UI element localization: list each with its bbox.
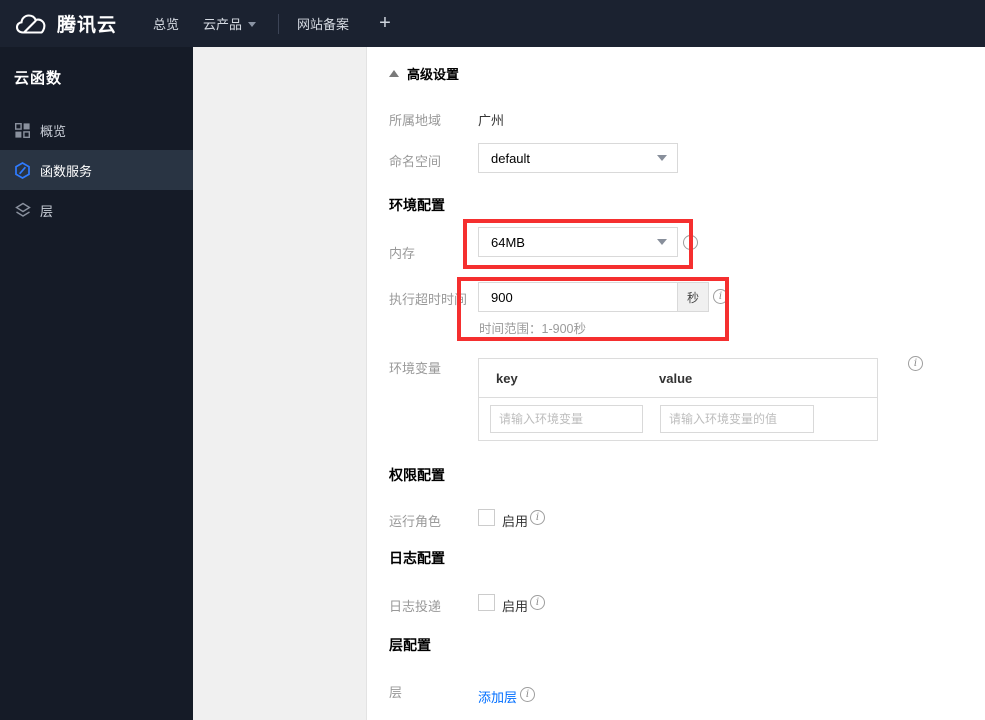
nav-item-cloud-products-label: 云产品 <box>203 17 243 32</box>
sidebar-item-function-service-label: 函数服务 <box>40 163 93 179</box>
layers-icon <box>14 202 31 219</box>
log-delivery-label: 日志投递 <box>389 599 442 614</box>
top-navbar: 腾讯云 总览 云产品 网站备案 + <box>0 0 985 47</box>
chevron-down-icon <box>657 155 667 161</box>
sidebar-item-layers-label: 层 <box>40 203 54 219</box>
nav-item-cloud-products[interactable]: 云产品 <box>203 14 257 33</box>
run-role-enable-label: 启用 <box>502 514 529 529</box>
grid-icon <box>14 122 31 139</box>
run-role-label: 运行角色 <box>389 514 442 529</box>
section-permission-config: 权限配置 <box>389 467 445 483</box>
timeout-label: 执行超时时间 <box>389 292 468 307</box>
env-vars-label: 环境变量 <box>389 361 442 376</box>
namespace-select[interactable]: default <box>478 143 678 173</box>
nav-item-website-icp-label: 网站备案 <box>297 17 350 32</box>
nav-item-overview[interactable]: 总览 <box>153 14 179 33</box>
memory-label: 内存 <box>389 246 416 261</box>
advanced-settings-label: 高级设置 <box>407 67 460 82</box>
env-vars-info-icon[interactable]: i <box>908 356 923 371</box>
chevron-down-icon <box>248 22 257 27</box>
tencent-cloud-logo-icon <box>14 11 48 37</box>
env-key-header: key <box>496 370 518 386</box>
env-value-header: value <box>659 370 693 386</box>
sidebar-item-function-service[interactable]: 函数服务 <box>0 150 193 190</box>
secondary-panel <box>193 47 367 720</box>
timeout-range-hint: 时间范围：1-900秒 <box>479 322 586 336</box>
sidebar: 云函数 概览 函数服务 层 <box>0 47 193 720</box>
sidebar-item-overview-label: 概览 <box>40 123 67 139</box>
env-vars-table-header: key value <box>479 359 877 398</box>
memory-select-value: 64MB <box>491 234 525 250</box>
timeout-unit: 秒 <box>678 282 709 312</box>
run-role-info-icon[interactable]: i <box>530 510 545 525</box>
namespace-select-value: default <box>491 150 531 166</box>
memory-info-icon[interactable]: i <box>683 235 698 250</box>
log-delivery-info-icon[interactable]: i <box>530 595 545 610</box>
section-layer-config: 层配置 <box>389 637 431 653</box>
run-role-enable-checkbox[interactable] <box>478 509 495 526</box>
region-label: 所属地域 <box>389 113 442 128</box>
sidebar-item-layers[interactable]: 层 <box>0 190 193 230</box>
sidebar-title: 云函数 <box>14 70 63 87</box>
timeout-input[interactable] <box>478 282 678 312</box>
log-delivery-enable-label: 启用 <box>502 599 529 614</box>
env-value-input[interactable] <box>660 405 814 433</box>
brand-name: 腾讯云 <box>57 15 118 36</box>
region-value: 广州 <box>478 113 505 128</box>
collapse-triangle-icon <box>389 70 399 77</box>
chevron-down-icon <box>657 239 667 245</box>
layer-label: 层 <box>389 685 403 700</box>
nav-divider <box>278 13 280 34</box>
brand[interactable]: 腾讯云 <box>14 10 117 37</box>
nav-item-overview-label: 总览 <box>153 17 180 32</box>
function-config-form: 高级设置 所属地域 广州 命名空间 default 环境配置 内存 64MB i… <box>368 47 985 720</box>
sidebar-item-overview[interactable]: 概览 <box>0 110 193 150</box>
env-vars-table-row <box>479 398 877 440</box>
env-vars-table: key value <box>478 358 878 441</box>
timeout-info-icon[interactable]: i <box>713 289 728 304</box>
env-key-input[interactable] <box>490 405 643 433</box>
section-env-config: 环境配置 <box>389 197 445 213</box>
timeout-input-group: 秒 <box>478 282 709 312</box>
memory-select[interactable]: 64MB <box>478 227 678 257</box>
advanced-settings-toggle[interactable]: 高级设置 <box>389 64 459 83</box>
sidebar-menu: 概览 函数服务 层 <box>0 110 193 230</box>
nav-item-website-icp[interactable]: 网站备案 <box>297 14 349 33</box>
add-layer-link[interactable]: 添加层 <box>478 687 517 706</box>
log-delivery-enable-checkbox[interactable] <box>478 594 495 611</box>
add-layer-info-icon[interactable]: i <box>520 687 535 702</box>
add-tab-button[interactable]: + <box>379 12 391 35</box>
function-hexagon-icon <box>14 161 31 179</box>
namespace-label: 命名空间 <box>389 154 442 169</box>
section-log-config: 日志配置 <box>389 550 445 566</box>
